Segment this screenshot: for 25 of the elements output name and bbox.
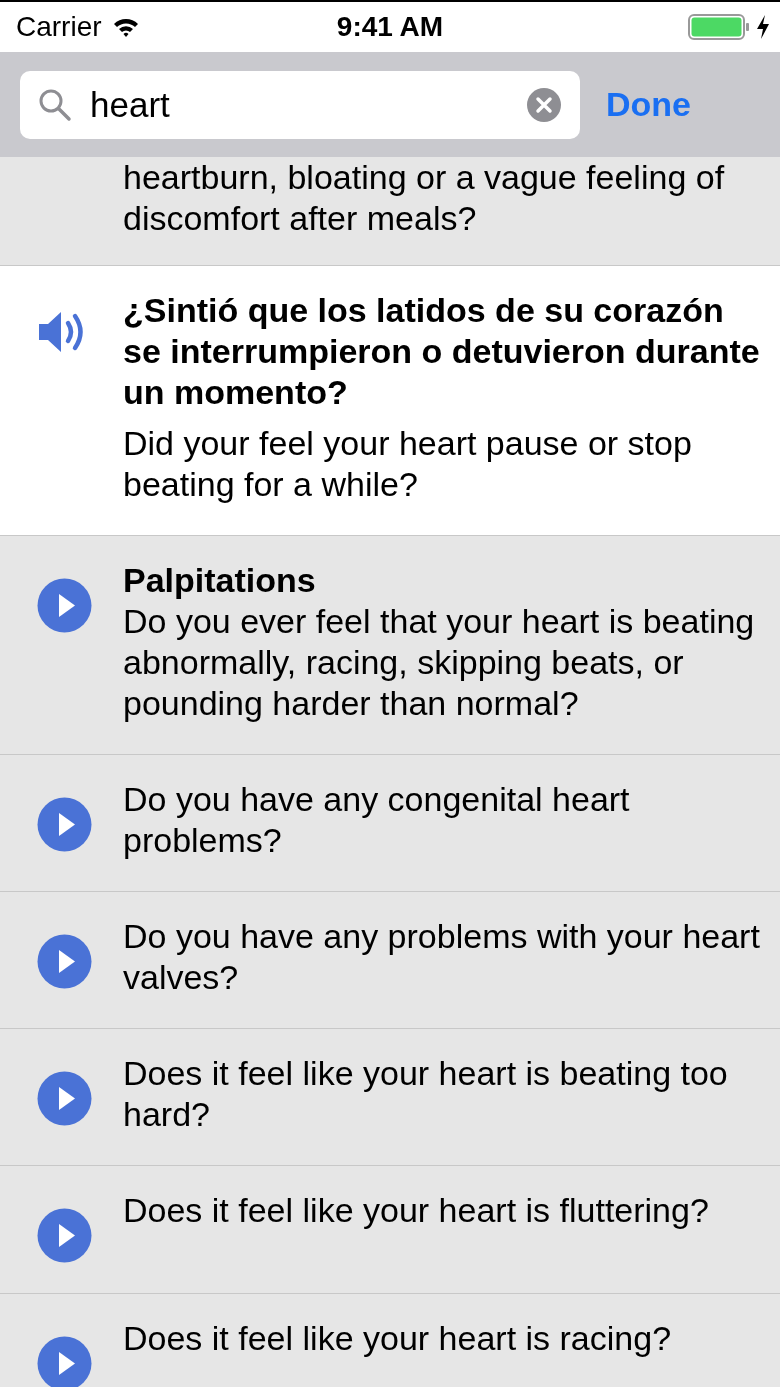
search-input[interactable]: heart	[90, 84, 508, 125]
question-text: Does it feel like your heart is beating too hard?	[123, 1053, 729, 1135]
status-time: 9:41 AM	[336, 11, 444, 43]
question-text: Do you have any congenital heart problems?	[123, 779, 631, 861]
question-title: ¿Sintió que los latidos de su corazón se interrumpieron o detuvieron durante un momento?	[123, 290, 761, 413]
play-button-icon[interactable]	[37, 797, 92, 852]
clear-icon[interactable]	[526, 86, 562, 123]
question-row[interactable]: ¿Sintió que los latidos de su corazón se interrumpieron o detuvieron durante un momento? Did your feel your heart pause or stop beating for a while?	[0, 266, 780, 536]
play-button-icon[interactable]	[37, 1208, 92, 1263]
play-button-icon[interactable]	[37, 1071, 92, 1126]
question-text: Do you ever feel that your heart is beating abnormally, racing, skipping beats, or pounding harder than normal?	[123, 601, 756, 724]
question-title: Palpitations	[123, 560, 317, 601]
search-field[interactable]: heart	[20, 70, 580, 139]
play-button-icon[interactable]	[37, 578, 92, 633]
charging-icon	[756, 14, 770, 40]
question-text: heartburn, bloating or a vague feeling of discomfort after meals?	[123, 157, 726, 239]
carrier-label: Carrier	[16, 11, 102, 43]
play-button-icon[interactable]	[37, 1336, 92, 1387]
question-text: Did your feel your heart pause or stop beating for a while?	[123, 423, 693, 505]
search-icon	[38, 87, 72, 122]
battery-icon	[688, 14, 750, 40]
question-text: Do you have any problems with your heart valves?	[123, 916, 761, 998]
play-button-icon[interactable]	[37, 934, 92, 989]
question-text: Does it feel like your heart is racing?	[123, 1318, 673, 1359]
question-text: Does it feel like your heart is fluttering?	[123, 1190, 710, 1231]
